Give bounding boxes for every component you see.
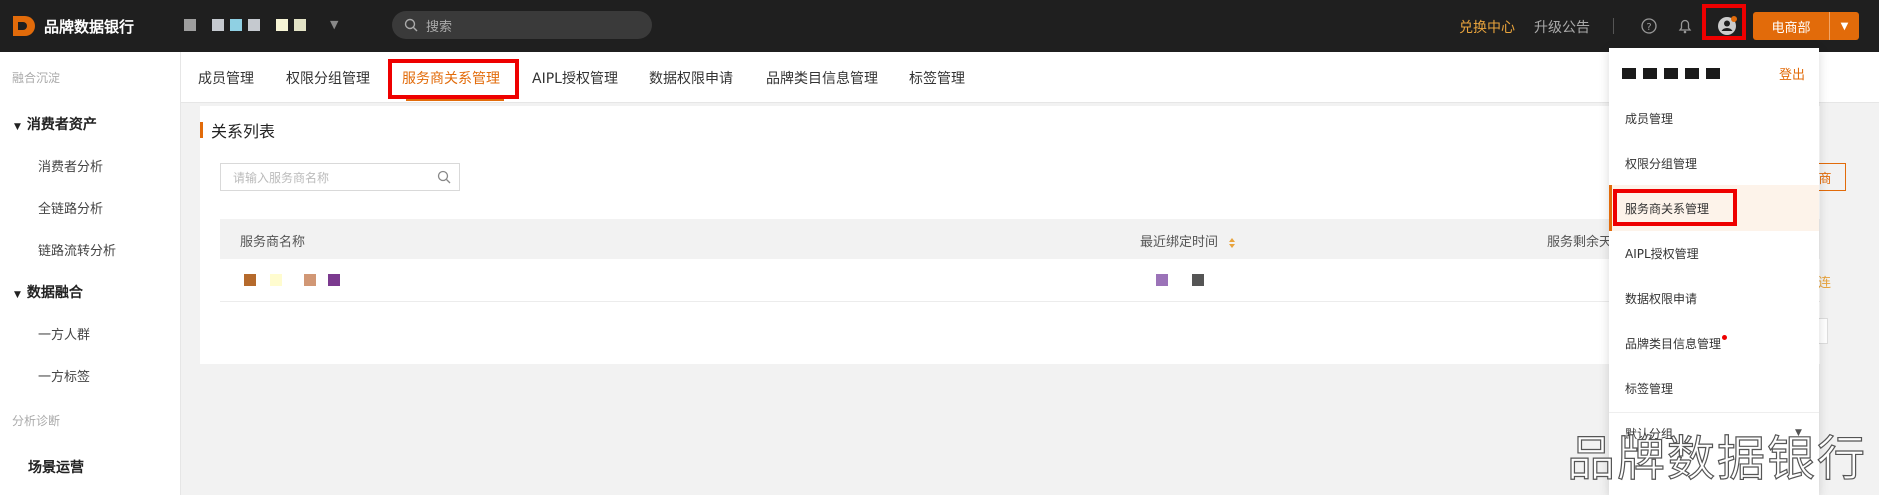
row-action-link[interactable]: 连: [1818, 272, 1831, 291]
sidebar-section-consumer-assets[interactable]: ▼ 消费者资产: [14, 114, 97, 134]
title-accent-bar: [200, 122, 203, 138]
search-icon[interactable]: [437, 170, 451, 184]
menu-item-aipl-auth[interactable]: AIPL授权管理: [1625, 245, 1699, 262]
sidebar-section-data-fusion[interactable]: ▼ 数据融合: [14, 282, 83, 302]
logo-icon: [13, 16, 35, 36]
chevron-down-icon: ▼: [330, 18, 339, 31]
notification-dot: [1722, 335, 1728, 340]
provider-search-input[interactable]: 请输入服务商名称: [220, 163, 460, 191]
table-header: 服务商名称 最近绑定时间 服务剩余天: [220, 219, 1820, 259]
app-logo[interactable]: 品牌数据银行: [10, 13, 134, 39]
highlight-box: [1702, 4, 1746, 40]
masked-text: [212, 18, 224, 31]
page-title-text: 关系列表: [211, 122, 276, 141]
sort-icon[interactable]: [1228, 237, 1236, 249]
masked-text: [184, 18, 196, 31]
menu-item-tags[interactable]: 标签管理: [1625, 380, 1673, 397]
masked-text: [1664, 68, 1678, 79]
sidebar-section-label: 数据融合: [26, 285, 83, 301]
masked-text: [1685, 68, 1699, 79]
sidebar: 融合沉淀 ▼ 消费者资产 消费者分析 全链路分析 链路流转分析 ▼ 数据融合 一方人…: [0, 52, 181, 495]
caret-down-icon: ▼: [14, 290, 21, 300]
svg-text:?: ?: [1646, 22, 1651, 33]
column-header-label: 最近绑定时间: [1140, 235, 1219, 250]
masked-text: [230, 18, 242, 31]
tab-tags[interactable]: 标签管理: [909, 68, 965, 88]
caret-down-icon: ▼: [14, 122, 21, 132]
sidebar-group-label: 分析诊断: [12, 414, 61, 428]
masked-text: [328, 274, 340, 286]
top-bar: 品牌数据银行 ▼ 搜索 兑换中心 升级公告 ? 电商部 ▼: [0, 0, 1879, 52]
upgrade-notice-link[interactable]: 升级公告: [1534, 17, 1590, 37]
masked-text: [276, 18, 288, 31]
highlight-box: [1613, 189, 1737, 226]
sidebar-item[interactable]: 消费者分析: [38, 156, 103, 175]
highlight-box: [388, 59, 519, 99]
divider: [1613, 18, 1614, 34]
masked-text: [1643, 68, 1657, 79]
sidebar-section-label: 消费者资产: [26, 117, 97, 133]
global-search[interactable]: 搜索: [392, 11, 652, 39]
menu-item-members[interactable]: 成员管理: [1625, 110, 1673, 127]
sidebar-item[interactable]: 一方人群: [38, 324, 90, 343]
masked-text: [248, 18, 260, 31]
logout-link[interactable]: 登出: [1779, 64, 1805, 83]
tab-members[interactable]: 成员管理: [198, 68, 254, 88]
department-button[interactable]: 电商部 ▼: [1753, 12, 1859, 40]
sidebar-item[interactable]: 一方标签: [38, 366, 90, 385]
tab-aipl-auth[interactable]: AIPL授权管理: [532, 68, 618, 88]
search-placeholder: 搜索: [426, 19, 453, 35]
masked-text: [294, 18, 306, 31]
active-menu-indicator: [1609, 185, 1612, 231]
masked-text: [1156, 274, 1168, 286]
table-row[interactable]: [220, 259, 1820, 302]
workspace-select[interactable]: ▼: [184, 18, 338, 31]
input-placeholder: 请输入服务商名称: [233, 170, 330, 185]
app-name: 品牌数据银行: [44, 17, 135, 36]
divider: [1609, 412, 1819, 413]
masked-text: [244, 274, 256, 286]
page-title: 关系列表: [200, 118, 275, 142]
menu-item-permission-groups[interactable]: 权限分组管理: [1625, 155, 1697, 172]
masked-text: [1622, 68, 1636, 79]
masked-text: [1192, 274, 1204, 286]
tab-brand-category[interactable]: 品牌类目信息管理: [766, 68, 878, 88]
menu-item-brand-category[interactable]: 品牌类目信息管理: [1625, 335, 1728, 352]
tab-permission-groups[interactable]: 权限分组管理: [286, 68, 370, 88]
search-icon: [404, 18, 418, 32]
sidebar-group-label: 融合沉淀: [12, 71, 61, 85]
active-tab-indicator: [406, 99, 504, 101]
column-header: 服务剩余天: [1547, 235, 1613, 250]
chevron-down-icon: ▼: [1840, 20, 1849, 32]
masked-username: [1622, 68, 1720, 79]
menu-item-label: 品牌类目信息管理: [1625, 337, 1722, 351]
exchange-center-link[interactable]: 兑换中心: [1459, 17, 1515, 37]
column-header-sortable[interactable]: 最近绑定时间: [1140, 231, 1236, 250]
bell-icon[interactable]: [1675, 16, 1695, 36]
masked-text: [1706, 68, 1720, 79]
sidebar-item[interactable]: 链路流转分析: [38, 240, 116, 259]
help-icon[interactable]: ?: [1639, 16, 1659, 36]
sidebar-item[interactable]: 全链路分析: [38, 198, 103, 217]
masked-text: [304, 274, 316, 286]
masked-text: [270, 274, 282, 286]
column-header: 服务商名称: [240, 235, 306, 250]
watermark: 品牌数据银行: [1566, 430, 1867, 487]
tab-data-permission[interactable]: 数据权限申请: [649, 68, 733, 88]
menu-item-data-permission[interactable]: 数据权限申请: [1625, 290, 1697, 307]
department-label: 电商部: [1771, 20, 1811, 36]
sidebar-item-scene-operation[interactable]: 场景运营: [28, 457, 84, 477]
